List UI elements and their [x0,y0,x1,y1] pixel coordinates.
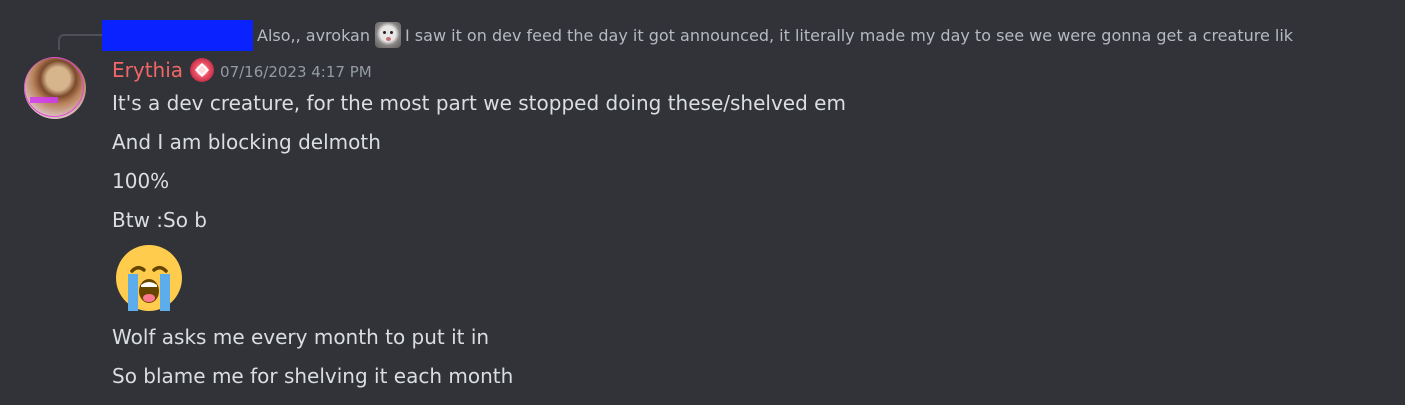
reply-connector [58,34,104,50]
role-badge-icon[interactable] [190,58,215,82]
message-content: It's a dev creature, for the most part w… [112,84,1382,396]
message-line: 100% [112,169,170,193]
timestamp[interactable]: 07/16/2023 4:17 PM [220,63,372,81]
message-line: So blame me for shelving it each month [112,364,514,388]
reply-text-continued: I saw it on dev feed the day it got anno… [405,25,1294,45]
message-header: Erythia 07/16/2023 4:17 PM [112,56,372,84]
chat-message: Also,, avrokan I saw it on dev feed the … [0,0,1405,405]
loudly-crying-face-icon[interactable] [112,241,186,315]
reply-preview[interactable]: Also,, avrokan I saw it on dev feed the … [102,19,1392,51]
message-line: It's a dev creature, for the most part w… [112,91,846,115]
username[interactable]: Erythia [112,58,183,82]
redacted-username[interactable] [102,19,253,51]
message-line: And I am blocking delmoth [112,130,381,154]
reply-text: Also,, avrokan [257,25,370,45]
avatar-decoration [24,57,84,117]
message-line: Btw :So b [112,208,207,232]
pug-face-icon [375,22,401,48]
avatar[interactable] [24,57,86,119]
message-line: Wolf asks me every month to put it in [112,325,490,349]
avatar-decoration-band [30,97,58,103]
